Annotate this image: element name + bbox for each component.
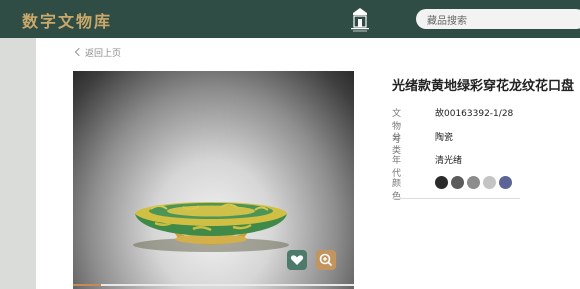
chevron-left-icon	[74, 47, 84, 57]
info-divider	[392, 198, 520, 199]
back-label: 返回上页	[85, 49, 122, 59]
museum-emblem-icon[interactable]	[348, 7, 372, 33]
back-link[interactable]: 返回上页	[74, 46, 122, 59]
field-value[interactable]: 清光绪	[435, 153, 462, 166]
zoom-button[interactable]	[316, 250, 336, 270]
left-margin	[0, 38, 36, 289]
color-swatch[interactable]	[483, 176, 496, 189]
artifact-image[interactable]	[73, 71, 354, 289]
search-placeholder[interactable]: 藏品搜索	[427, 12, 467, 27]
site-logo[interactable]: 数字文物库	[22, 8, 112, 32]
color-swatch[interactable]	[435, 176, 448, 189]
image-progress-fill	[73, 284, 102, 286]
top-navbar: 数字文物库 藏品搜索	[0, 0, 580, 38]
plate-illustration	[133, 202, 289, 252]
color-swatch[interactable]	[467, 176, 480, 189]
artifact-title: 光绪款黄地绿彩穿花龙纹花口盘	[392, 79, 575, 94]
search-box[interactable]: 藏品搜索	[416, 9, 580, 29]
heart-icon	[290, 255, 304, 265]
image-progress-track	[73, 284, 354, 286]
field-value: 故00163392-1/28	[435, 109, 514, 119]
zoom-plus-icon	[319, 253, 333, 267]
color-swatch[interactable]	[499, 176, 512, 189]
field-value[interactable]: 陶瓷	[435, 130, 453, 143]
color-swatch[interactable]	[451, 176, 464, 189]
favorite-button[interactable]	[287, 250, 307, 270]
